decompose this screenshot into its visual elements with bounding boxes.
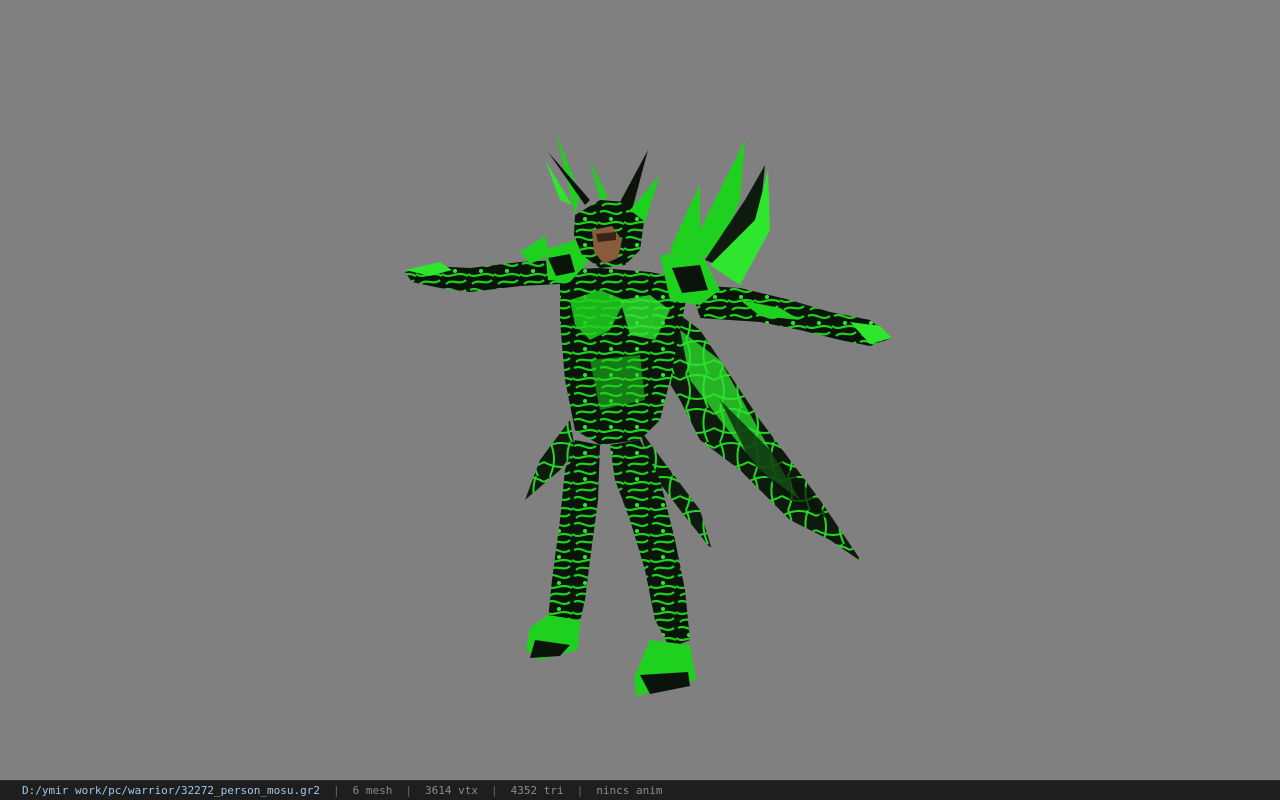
separator: | xyxy=(576,784,584,797)
file-path: D:/ymir work/pc/warrior/32272_person_mos… xyxy=(22,784,321,797)
animation-status: nincs anim xyxy=(596,784,663,797)
separator: | xyxy=(491,784,498,797)
separator: | xyxy=(405,784,413,797)
warrior-model[interactable] xyxy=(0,0,1280,780)
separator: | xyxy=(333,784,340,797)
mesh-count: 6 mesh xyxy=(352,784,393,797)
right-leg xyxy=(610,440,690,648)
vertex-count: 3614 vtx xyxy=(425,784,478,797)
3d-viewport[interactable] xyxy=(0,0,1280,780)
status-bar: D:/ymir work/pc/warrior/32272_person_mos… xyxy=(0,780,1280,800)
triangle-count: 4352 tri xyxy=(510,784,564,797)
